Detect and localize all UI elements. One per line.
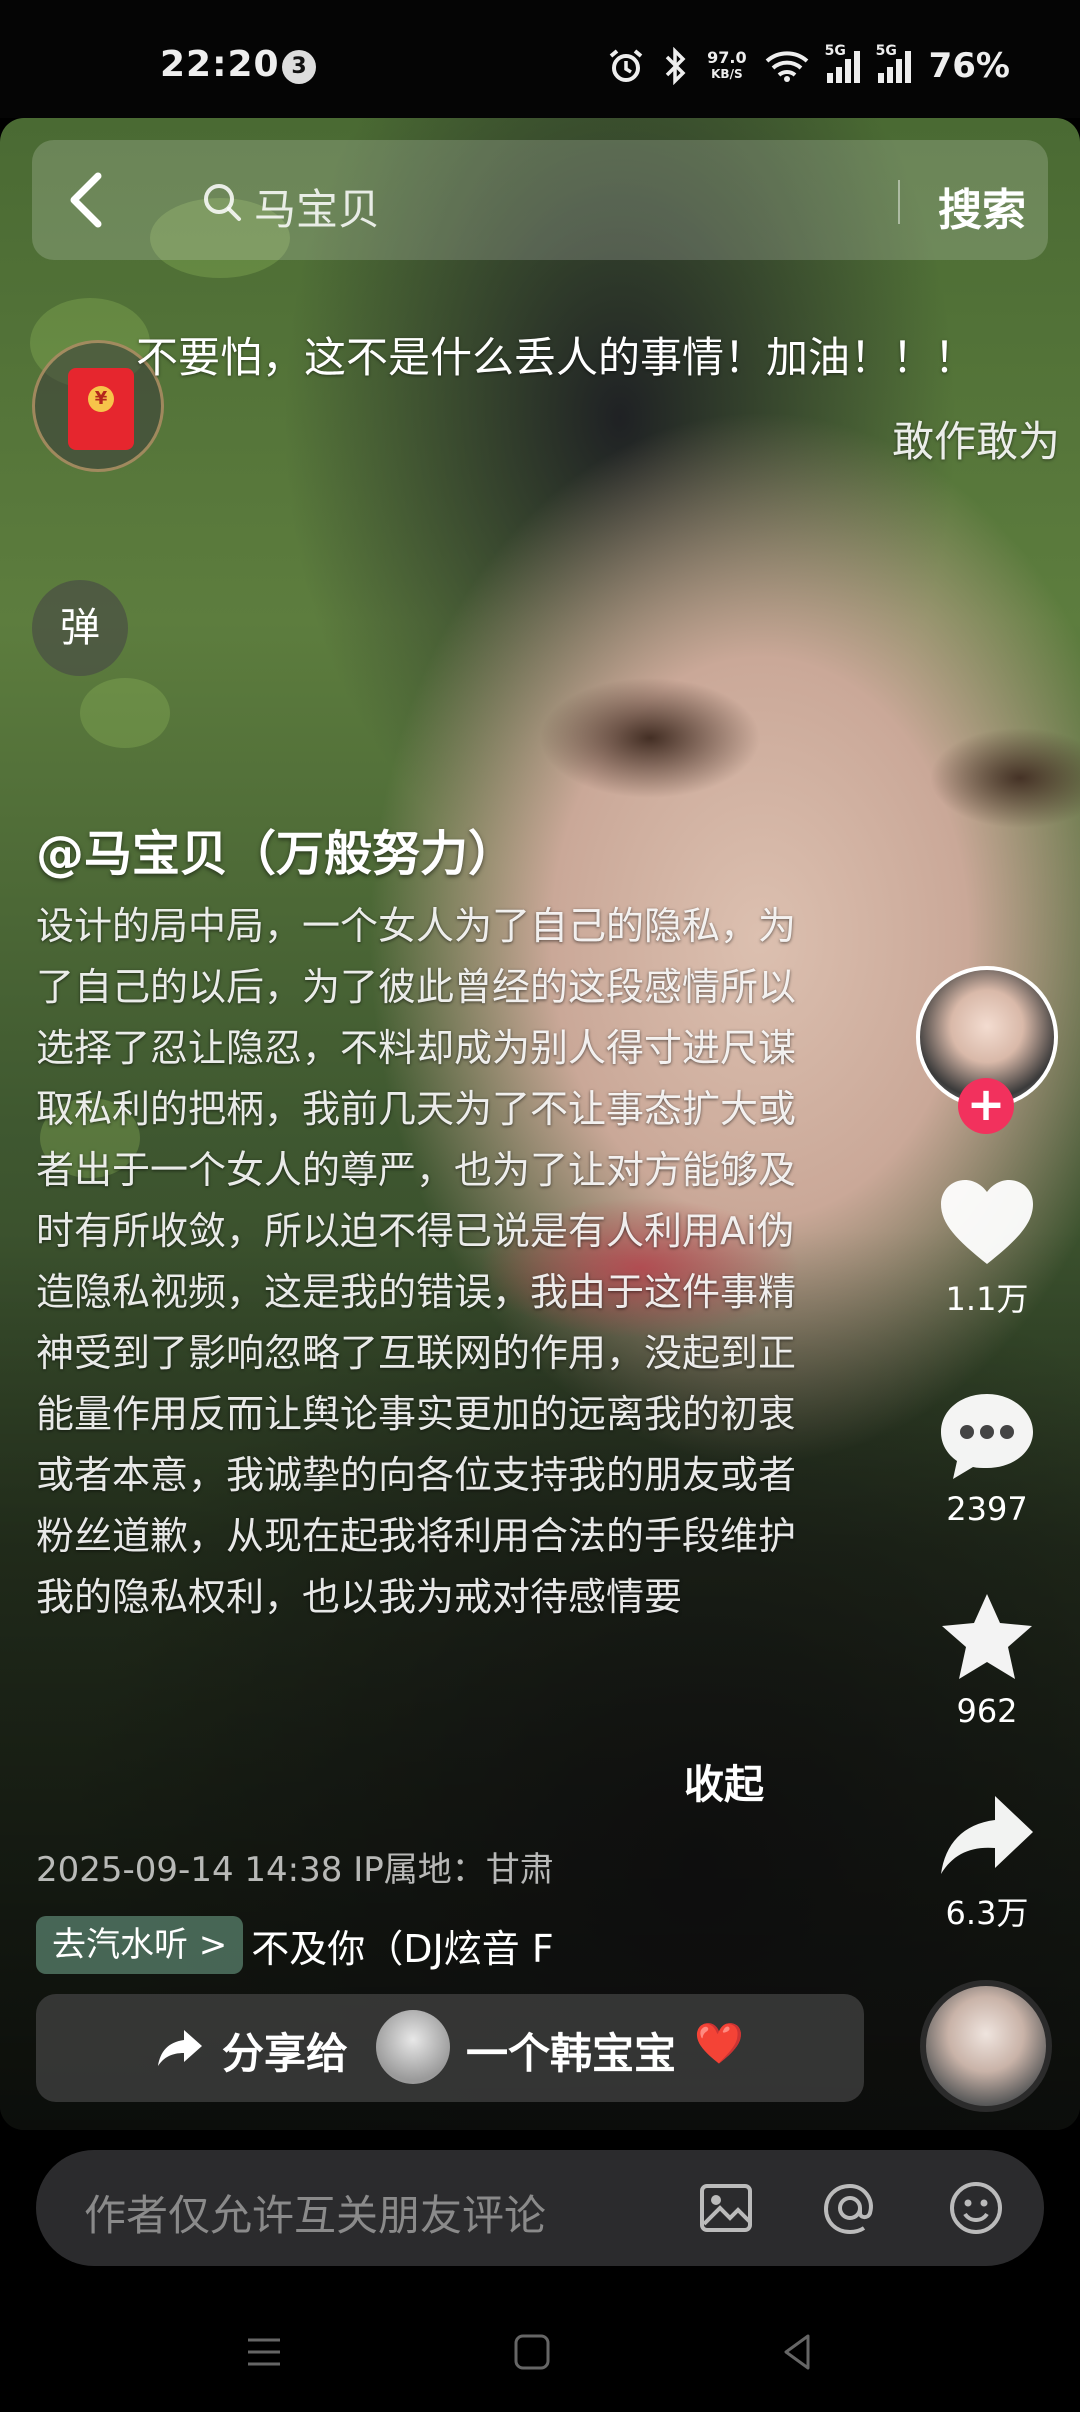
- heart-emoji: ❤️: [694, 2021, 744, 2067]
- alarm-icon: [609, 49, 643, 82]
- danmu-comment: 不要怕，这不是什么丢人的事情！加油！！！: [136, 333, 977, 382]
- bluetooth-icon: [665, 47, 686, 85]
- danmu-comment: 敢作敢为: [892, 417, 1061, 466]
- status-bar: 22:20 3 97.0 KB/S 5G 5G 76%: [0, 0, 1080, 118]
- wifi-icon: [765, 51, 808, 82]
- net-speed-unit: KB/S: [711, 67, 743, 81]
- share-label: 分享给: [222, 2029, 349, 2078]
- share-to-friend-banner[interactable]: 分享给 一个韩宝宝 ❤️: [36, 1994, 864, 2102]
- back-button[interactable]: [52, 162, 122, 238]
- like-count: 1.1万: [945, 1280, 1029, 1318]
- follow-button[interactable]: +: [958, 1078, 1014, 1134]
- battery-level: 76%: [928, 46, 1010, 86]
- comment-input[interactable]: 作者仅允许互关朋友评论: [84, 2182, 546, 2243]
- signal2-label: 5G: [875, 43, 897, 59]
- share-count: 6.3万: [945, 1894, 1029, 1932]
- comment-button[interactable]: 2397: [912, 1388, 1062, 1528]
- comment-bar[interactable]: 作者仅允许互关朋友评论: [36, 2150, 1044, 2266]
- signal-strength-2: 5G: [876, 43, 911, 83]
- red-envelope-icon: ¥: [68, 368, 134, 450]
- back-nav-icon[interactable]: [776, 2330, 820, 2374]
- menu-icon[interactable]: [242, 2330, 286, 2374]
- signal-strength-1: 5G: [825, 43, 860, 83]
- network-speed: 97.0 KB/S: [707, 50, 746, 82]
- notification-badge: 3: [282, 50, 316, 84]
- share-button[interactable]: 6.3万: [912, 1790, 1062, 1934]
- search-button[interactable]: 搜索: [938, 174, 1026, 238]
- search-icon: [204, 184, 241, 221]
- at-mention-icon[interactable]: [820, 2178, 880, 2238]
- star-icon: [942, 1594, 1032, 1679]
- post-description: 设计的局中局，一个女人为了自己的隐私，为了自己的以后，为了彼此曾经的这段感情所以…: [36, 904, 797, 1619]
- net-speed-value: 97.0: [707, 48, 747, 67]
- home-icon[interactable]: [510, 2330, 554, 2374]
- search-input[interactable]: 马宝贝: [254, 176, 380, 237]
- collapse-button[interactable]: 收起: [684, 1752, 764, 1810]
- status-icons: 97.0 KB/S 5G 5G 76%: [607, 43, 1010, 88]
- music-app-tag[interactable]: 去汽水听 >: [36, 1916, 244, 1974]
- share-icon: [941, 1796, 1033, 1874]
- favorite-count: 962: [956, 1692, 1018, 1730]
- comment-count: 2397: [946, 1490, 1028, 1528]
- image-icon[interactable]: [696, 2178, 756, 2238]
- search-divider: [898, 180, 900, 224]
- video-player[interactable]: 马宝贝 搜索 ¥ 弹 不要怕，这不是什么丢人的事情！加油！！！ 敢作敢为 @马宝…: [0, 118, 1080, 2130]
- emoji-icon[interactable]: [946, 2178, 1006, 2238]
- friend-avatar: [376, 2010, 450, 2084]
- share-arrow-icon: [158, 2030, 202, 2066]
- friend-name: 一个韩宝宝: [466, 2029, 677, 2078]
- heart-icon: [941, 1180, 1033, 1264]
- music-name: 不及你（DJ炫音 F: [251, 1926, 554, 1971]
- favorite-button[interactable]: 962: [912, 1590, 1062, 1730]
- post-meta: 2025-09-14 14:38 IP属地：甘肃: [36, 1850, 554, 1890]
- music-row[interactable]: 去汽水听 > 不及你（DJ炫音 F: [36, 1914, 581, 1976]
- music-disc[interactable]: [920, 1980, 1052, 2112]
- signal1-label: 5G: [824, 43, 846, 59]
- author-name[interactable]: @马宝贝（万般努力）: [36, 814, 516, 884]
- background-foliage: [80, 678, 170, 748]
- like-button[interactable]: 1.1万: [912, 1176, 1062, 1320]
- comment-bubble-icon: [941, 1394, 1033, 1479]
- status-time: 22:20: [160, 44, 280, 85]
- chevron-left-icon: [70, 172, 102, 228]
- danmu-toggle-button[interactable]: 弹: [32, 580, 128, 676]
- system-nav-bar: [0, 2290, 1080, 2412]
- search-bar: 马宝贝 搜索: [32, 140, 1048, 260]
